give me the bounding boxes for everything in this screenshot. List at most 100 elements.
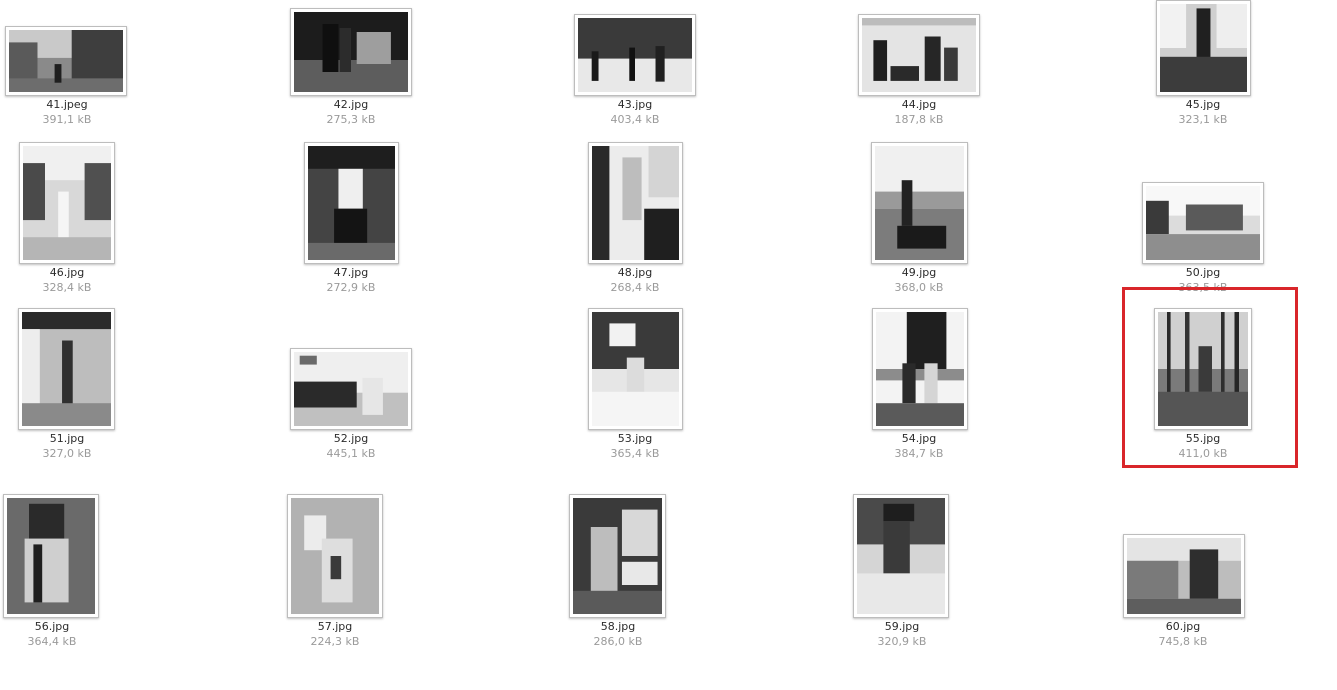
thumbnail-58[interactable] xyxy=(569,494,666,618)
file-name: 55.jpg xyxy=(1185,432,1221,445)
file-item-52[interactable]: 52.jpg 445,1 kB xyxy=(284,306,418,466)
file-item-51[interactable]: 51.jpg 327,0 kB xyxy=(0,306,134,466)
photo-image xyxy=(291,498,379,614)
file-item-44[interactable]: 44.jpg 187,8 kB xyxy=(852,0,986,130)
file-item-53[interactable]: 53.jpg 365,4 kB xyxy=(568,306,702,466)
thumbnail-48[interactable] xyxy=(588,142,683,264)
thumbnail-46[interactable] xyxy=(19,142,115,264)
file-name: 59.jpg xyxy=(884,620,920,633)
file-size: 745,8 kB xyxy=(1158,635,1208,648)
file-size: 365,4 kB xyxy=(610,447,660,460)
file-name: 54.jpg xyxy=(901,432,937,445)
photo-image xyxy=(1160,4,1247,92)
file-name: 48.jpg xyxy=(617,266,653,279)
file-item-56[interactable]: 56.jpg 364,4 kB xyxy=(0,494,104,654)
thumbnail-41[interactable] xyxy=(5,26,127,96)
file-item-42[interactable]: 42.jpg 275,3 kB xyxy=(284,0,418,130)
file-size: 268,4 kB xyxy=(610,281,660,294)
photo-image xyxy=(573,498,662,614)
file-size: 327,0 kB xyxy=(42,447,92,460)
thumbnail-50[interactable] xyxy=(1142,182,1264,264)
file-item-46[interactable]: 46.jpg 328,4 kB xyxy=(0,140,134,300)
file-name: 44.jpg xyxy=(901,98,937,111)
file-item-43[interactable]: 43.jpg 403,4 kB xyxy=(568,0,702,130)
thumbnail-60[interactable] xyxy=(1123,534,1245,618)
file-name: 51.jpg xyxy=(49,432,85,445)
file-name: 41.jpeg xyxy=(46,98,88,111)
photo-image xyxy=(1127,538,1241,614)
file-size: 445,1 kB xyxy=(326,447,376,460)
thumbnail-49[interactable] xyxy=(871,142,968,264)
file-item-58[interactable]: 58.jpg 286,0 kB xyxy=(566,494,670,654)
photo-image xyxy=(875,146,964,260)
file-name: 52.jpg xyxy=(333,432,369,445)
file-name: 60.jpg xyxy=(1165,620,1201,633)
thumbnail-53[interactable] xyxy=(588,308,683,430)
thumbnail-55[interactable] xyxy=(1154,308,1252,430)
photo-image xyxy=(1158,312,1248,426)
file-item-54[interactable]: 54.jpg 384,7 kB xyxy=(852,306,986,466)
photo-image xyxy=(592,312,679,426)
photo-image xyxy=(592,146,679,260)
file-item-45[interactable]: 45.jpg 323,1 kB xyxy=(1136,0,1270,130)
thumbnail-54[interactable] xyxy=(872,308,968,430)
photo-image xyxy=(7,498,95,614)
file-item-47[interactable]: 47.jpg 272,9 kB xyxy=(284,140,418,300)
file-size: 323,1 kB xyxy=(1178,113,1228,126)
thumbnail-45[interactable] xyxy=(1156,0,1251,96)
photo-image xyxy=(9,30,123,92)
file-name: 45.jpg xyxy=(1185,98,1221,111)
photo-image xyxy=(578,18,692,92)
file-name: 56.jpg xyxy=(34,620,70,633)
file-name: 46.jpg xyxy=(49,266,85,279)
file-item-60[interactable]: 60.jpg 745,8 kB xyxy=(1118,494,1248,654)
file-item-55[interactable]: 55.jpg 411,0 kB xyxy=(1136,306,1270,466)
photo-image xyxy=(308,146,395,260)
thumbnail-57[interactable] xyxy=(287,494,383,618)
file-size: 368,0 kB xyxy=(894,281,944,294)
photo-image xyxy=(294,352,408,426)
file-item-41[interactable]: 41.jpeg 391,1 kB xyxy=(0,0,134,130)
thumbnail-42[interactable] xyxy=(290,8,412,96)
file-size: 411,0 kB xyxy=(1178,447,1228,460)
file-name: 49.jpg xyxy=(901,266,937,279)
file-size: 364,4 kB xyxy=(27,635,77,648)
file-size: 275,3 kB xyxy=(326,113,376,126)
file-name: 47.jpg xyxy=(333,266,369,279)
file-size: 391,1 kB xyxy=(42,113,92,126)
file-size: 272,9 kB xyxy=(326,281,376,294)
thumbnail-52[interactable] xyxy=(290,348,412,430)
file-item-49[interactable]: 49.jpg 368,0 kB xyxy=(852,140,986,300)
thumbnail-43[interactable] xyxy=(574,14,696,96)
photo-image xyxy=(876,312,964,426)
photo-image xyxy=(23,146,111,260)
photo-image xyxy=(862,18,976,92)
file-size: 286,0 kB xyxy=(593,635,643,648)
file-name: 42.jpg xyxy=(333,98,369,111)
file-name: 57.jpg xyxy=(317,620,353,633)
file-item-50[interactable]: 50.jpg 363,5 kB xyxy=(1136,140,1270,300)
file-size: 328,4 kB xyxy=(42,281,92,294)
file-name: 43.jpg xyxy=(617,98,653,111)
file-size: 363,5 kB xyxy=(1178,281,1228,294)
photo-image xyxy=(1146,186,1260,260)
file-name: 53.jpg xyxy=(617,432,653,445)
photo-image xyxy=(857,498,945,614)
file-size: 384,7 kB xyxy=(894,447,944,460)
file-size: 320,9 kB xyxy=(877,635,927,648)
file-size: 187,8 kB xyxy=(894,113,944,126)
file-item-57[interactable]: 57.jpg 224,3 kB xyxy=(286,494,384,654)
file-name: 58.jpg xyxy=(600,620,636,633)
photo-image xyxy=(22,312,111,426)
photo-image xyxy=(294,12,408,92)
thumbnail-59[interactable] xyxy=(853,494,949,618)
thumbnail-44[interactable] xyxy=(858,14,980,96)
thumbnail-51[interactable] xyxy=(18,308,115,430)
thumbnail-56[interactable] xyxy=(3,494,99,618)
file-size: 403,4 kB xyxy=(610,113,660,126)
file-size: 224,3 kB xyxy=(310,635,360,648)
file-item-48[interactable]: 48.jpg 268,4 kB xyxy=(568,140,702,300)
thumbnail-47[interactable] xyxy=(304,142,399,264)
file-name: 50.jpg xyxy=(1185,266,1221,279)
file-item-59[interactable]: 59.jpg 320,9 kB xyxy=(850,494,954,654)
